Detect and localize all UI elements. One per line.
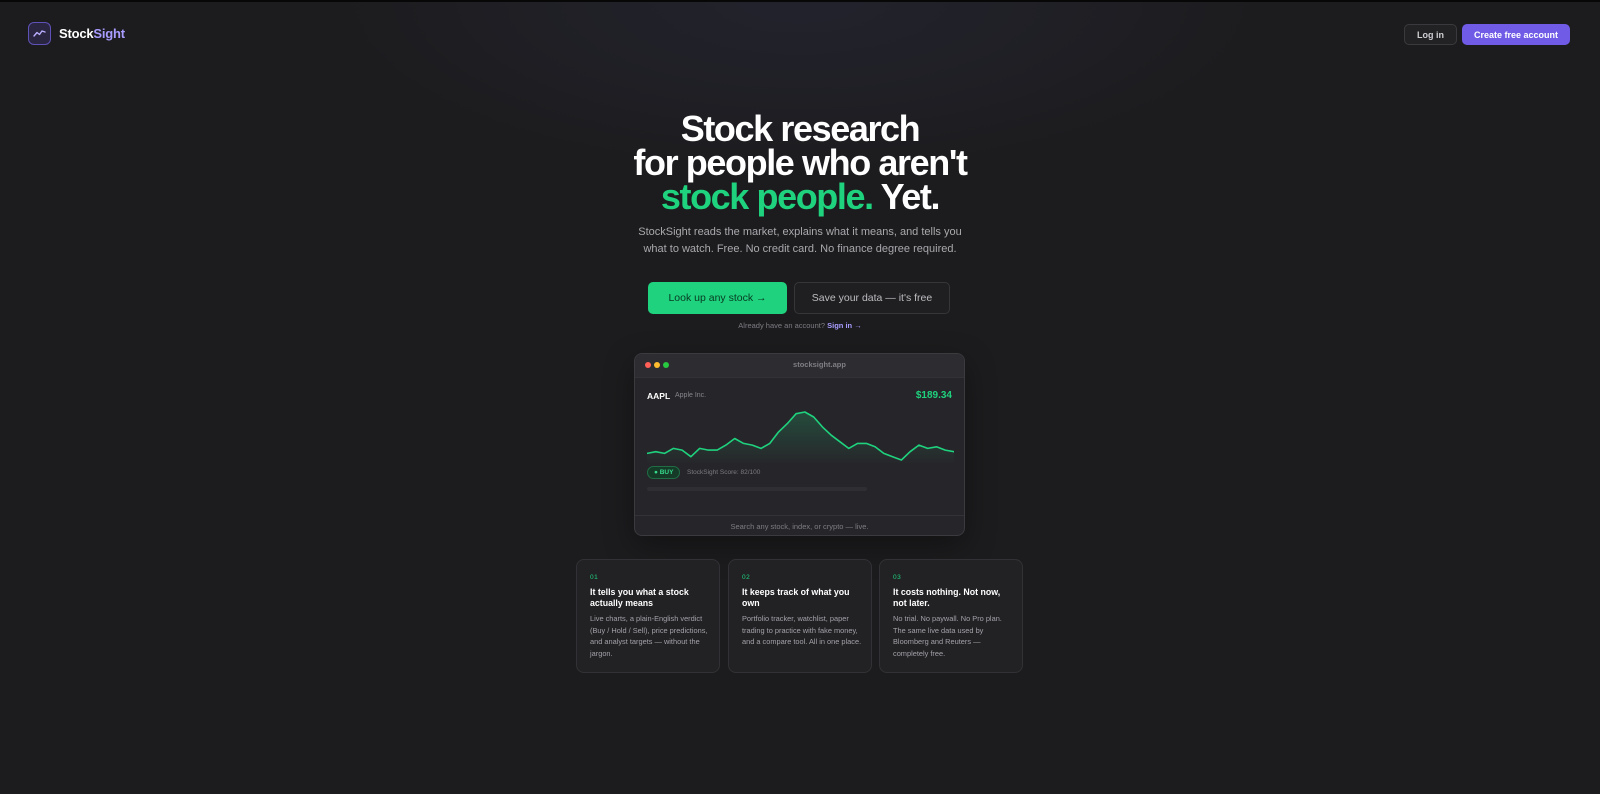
stocksight-score: StockSight Score: 82/100 — [687, 469, 761, 476]
feature-description: Live charts, a plain-English verdict (Bu… — [590, 614, 708, 658]
app-preview-window: stocksight.app AAPL Apple Inc. $189.34 ●… — [634, 353, 965, 536]
feature-number: 02 — [742, 574, 751, 581]
loading-skeleton-bar — [647, 487, 867, 491]
feature-card-1: 01 It tells you what a stock actually me… — [576, 559, 720, 673]
hero: Stock research for people who aren't sto… — [0, 108, 1600, 215]
feature-title: It costs nothing. Not now, not later. — [893, 587, 1001, 608]
window-footer-text: Search any stock, index, or crypto — liv… — [730, 522, 869, 531]
headline-line-2: for people who aren't — [633, 142, 968, 183]
save-data-button[interactable]: Save your data — it's free — [794, 282, 950, 314]
logo[interactable]: StockSight — [28, 22, 125, 45]
hero-headline: Stock research for people who aren't sto… — [0, 108, 1600, 215]
logo-text: StockSight — [59, 26, 125, 41]
chart-area — [647, 412, 954, 464]
company-name: Apple Inc. — [675, 392, 707, 399]
headline-line-1: Stock research — [680, 108, 921, 149]
feature-card-3: 03 It costs nothing. Not now, not later.… — [879, 559, 1023, 673]
feature-description: Portfolio tracker, watchlist, paper trad… — [742, 614, 862, 646]
subtitle-line-1: StockSight reads the market, explains wh… — [638, 226, 962, 238]
feature-number: 01 — [590, 574, 599, 581]
feature-description: No trial. No paywall. No Pro plan. The s… — [893, 614, 1002, 658]
logo-text-sight: Sight — [93, 26, 125, 41]
feature-title: It tells you what a stock actually means — [590, 587, 689, 608]
price-chart — [647, 411, 954, 464]
login-button[interactable]: Log in — [1403, 24, 1457, 45]
feature-number: 03 — [893, 574, 902, 581]
window-url: stocksight.app — [793, 360, 846, 369]
logo-chart-icon — [28, 22, 51, 45]
feature-card-2: 02 It keeps track of what you own Portfo… — [728, 559, 872, 673]
stock-price: $189.34 — [915, 390, 952, 401]
already-label: Already have an account? — [738, 321, 828, 330]
window-titlebar: stocksight.app — [635, 354, 964, 378]
create-account-button[interactable]: Create free account — [1461, 24, 1570, 45]
feature-title: It keeps track of what you own — [742, 587, 850, 608]
lookup-stock-button[interactable]: Look up any stock → — [648, 282, 787, 314]
already-account-text: Already have an account? Sign in → — [0, 321, 1600, 330]
hero-subtitle: StockSight reads the market, explains wh… — [0, 224, 1600, 257]
logo-text-stock: Stock — [59, 26, 94, 41]
headline-highlight: stock people. — [660, 176, 874, 217]
headline-line-3: stock people. Yet. — [0, 179, 1600, 215]
window-footer: Search any stock, index, or crypto — liv… — [635, 515, 964, 535]
stock-ticker: AAPL — [647, 391, 671, 401]
buy-badge: ● BUY — [647, 466, 681, 479]
sign-in-link[interactable]: Sign in → — [827, 321, 862, 330]
nav-actions: Log in Create free account — [1403, 24, 1570, 45]
top-nav: StockSight Log in Create free account — [0, 0, 1600, 68]
subtitle-line-2: what to watch. Free. No credit card. No … — [643, 242, 957, 255]
headline-yet: Yet. — [872, 176, 941, 217]
